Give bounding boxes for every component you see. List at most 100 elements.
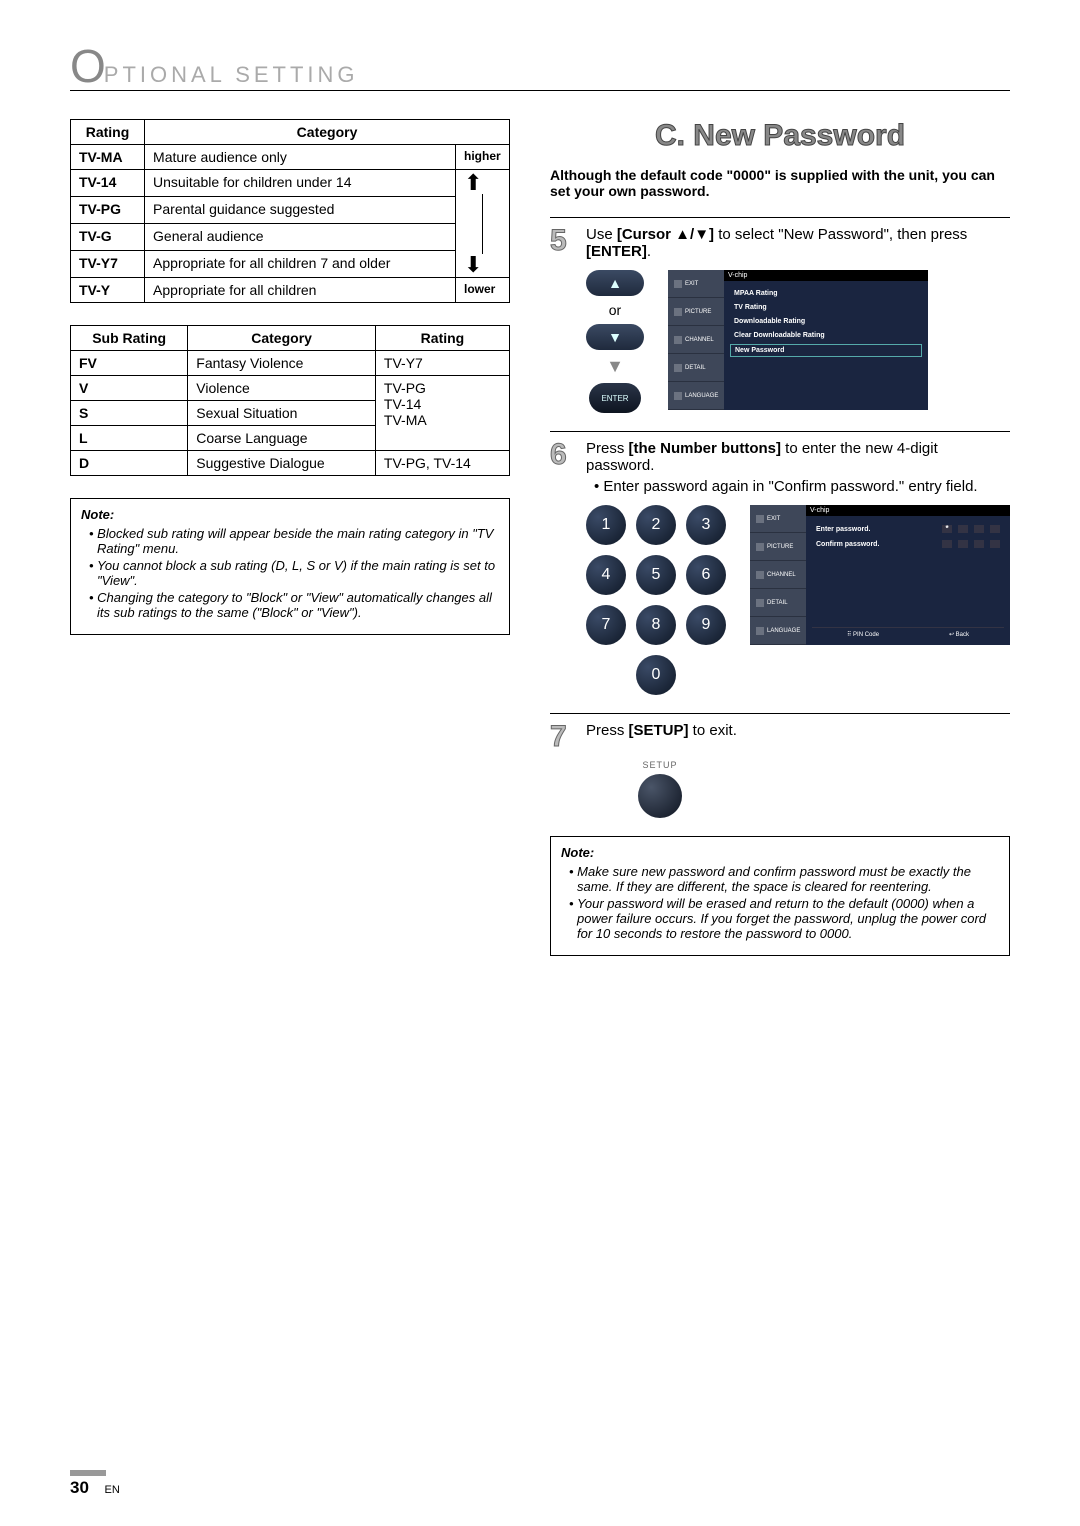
table-row: Suggestive Dialogue bbox=[188, 451, 376, 476]
numpad-3[interactable]: 3 bbox=[686, 505, 726, 545]
channel-icon bbox=[756, 571, 764, 579]
osd-item-mpaa: MPAA Rating bbox=[730, 288, 922, 299]
page-header: O PTIONAL SETTING bbox=[70, 50, 1010, 91]
osd-item-newpassword: New Password bbox=[730, 344, 922, 357]
numpad-8[interactable]: 8 bbox=[636, 605, 676, 645]
note-box-right: Note: Make sure new password and confirm… bbox=[550, 836, 1010, 956]
table-row: TV-14 bbox=[71, 170, 145, 197]
note-item: Blocked sub rating will appear beside th… bbox=[89, 526, 499, 556]
table-row: TV-Y bbox=[71, 278, 145, 303]
osd-password-entry: EXIT PICTURE CHANNEL DETAIL LANGUAGE V-c… bbox=[750, 505, 1010, 645]
numpad-2[interactable]: 2 bbox=[636, 505, 676, 545]
page-num-bar bbox=[70, 1470, 106, 1476]
setup-label: [SETUP] bbox=[629, 722, 689, 739]
table-row: General audience bbox=[145, 224, 456, 251]
detail-icon bbox=[756, 599, 764, 607]
header-big-letter: O bbox=[70, 50, 106, 82]
osd-side-channel: CHANNEL bbox=[750, 561, 806, 589]
table-row: Appropriate for all children 7 and older bbox=[145, 251, 456, 278]
step-text: to exit. bbox=[689, 722, 737, 739]
page-number: 30 bbox=[70, 1478, 89, 1497]
table-row: Parental guidance suggested bbox=[145, 197, 456, 224]
numpad-7[interactable]: 7 bbox=[586, 605, 626, 645]
osd-side-detail: DETAIL bbox=[668, 354, 724, 382]
table-row: Unsuitable for children under 14 bbox=[145, 170, 456, 197]
cursor-down-button[interactable]: ▼ bbox=[586, 324, 644, 350]
language-icon bbox=[756, 627, 764, 635]
table-row: Appropriate for all children bbox=[145, 278, 456, 303]
remote-nav-buttons: ▲ or ▼ ▼ ENTER bbox=[586, 270, 644, 413]
page-lang: EN bbox=[105, 1484, 120, 1496]
osd-vchip-menu: EXIT PICTURE CHANNEL DETAIL LANGUAGE V-c… bbox=[668, 270, 928, 410]
exit-icon bbox=[674, 280, 682, 288]
section-c-title: C. New Password bbox=[550, 119, 1010, 153]
table-row: V bbox=[71, 376, 188, 401]
osd-panel-title: V-chip bbox=[806, 505, 1010, 516]
numpad-6[interactable]: 6 bbox=[686, 555, 726, 595]
step-text: Use bbox=[586, 226, 617, 243]
osd-footer-back: ↩ Back bbox=[949, 631, 969, 638]
osd-side-picture: PICTURE bbox=[750, 533, 806, 561]
numpad-1[interactable]: 1 bbox=[586, 505, 626, 545]
setup-button-label: SETUP bbox=[630, 760, 690, 770]
enter-password-label: Enter password. bbox=[816, 526, 870, 533]
step-rule bbox=[550, 217, 1010, 218]
table-row: TV-G bbox=[71, 224, 145, 251]
osd-side-language: LANGUAGE bbox=[668, 382, 724, 410]
table-row: TV-Y7 bbox=[71, 251, 145, 278]
detail-icon bbox=[674, 364, 682, 372]
rating-header-rating: Rating bbox=[71, 120, 145, 145]
lower-label: lower bbox=[456, 278, 510, 303]
step-6: 6 Press [the Number buttons] to enter th… bbox=[550, 440, 1010, 495]
subrating-header-rating: Rating bbox=[375, 326, 509, 351]
note-box-left: Note: Blocked sub rating will appear bes… bbox=[70, 498, 510, 635]
section-intro: Although the default code "0000" is supp… bbox=[550, 167, 1010, 199]
note-item: You cannot block a sub rating (D, L, S o… bbox=[89, 558, 499, 588]
back-icon: ↩ bbox=[949, 632, 954, 638]
table-row: TV-PG bbox=[71, 197, 145, 224]
picture-icon bbox=[674, 308, 682, 316]
table-row: TV-Y7 bbox=[375, 351, 509, 376]
osd-side-picture: PICTURE bbox=[668, 298, 724, 326]
confirm-password-label: Confirm password. bbox=[816, 541, 879, 548]
number-buttons-label: [the Number buttons] bbox=[629, 440, 781, 457]
osd-footer-pincode: ⠿ PIN Code bbox=[847, 631, 879, 638]
language-icon bbox=[674, 392, 682, 400]
osd-side-exit: EXIT bbox=[668, 270, 724, 298]
enter-label: [ENTER] bbox=[586, 243, 647, 260]
table-row: TV-MA bbox=[71, 145, 145, 170]
table-row: Violence bbox=[188, 376, 376, 401]
note-item: Changing the category to "Block" or "Vie… bbox=[89, 590, 499, 620]
table-row: S bbox=[71, 401, 188, 426]
numpad-0[interactable]: 0 bbox=[636, 655, 676, 695]
rating-header-category: Category bbox=[145, 120, 510, 145]
osd-side-channel: CHANNEL bbox=[668, 326, 724, 354]
setup-button[interactable] bbox=[638, 774, 682, 818]
table-row: D bbox=[71, 451, 188, 476]
picture-icon bbox=[756, 543, 764, 551]
rating-table: Rating Category TV-MA Mature audience on… bbox=[70, 119, 510, 303]
numpad-4[interactable]: 4 bbox=[586, 555, 626, 595]
cursor-up-button[interactable]: ▲ bbox=[586, 270, 644, 296]
osd-item-tvrating: TV Rating bbox=[730, 302, 922, 313]
table-row: Coarse Language bbox=[188, 426, 376, 451]
step-bullet: Enter password again in "Confirm passwor… bbox=[594, 478, 1010, 495]
sub-rating-table: Sub Rating Category Rating FV Fantasy Vi… bbox=[70, 325, 510, 476]
channel-icon bbox=[674, 336, 682, 344]
numpad-9[interactable]: 9 bbox=[686, 605, 726, 645]
remote-number-pad: 1 2 3 4 5 6 7 8 9 0 bbox=[586, 505, 726, 695]
subrating-header-cat: Category bbox=[188, 326, 376, 351]
step-text: Press bbox=[586, 722, 629, 739]
numpad-5[interactable]: 5 bbox=[636, 555, 676, 595]
grouped-rating-cell: TV-PG TV-14 TV-MA bbox=[375, 376, 509, 451]
osd-panel-title: V-chip bbox=[724, 270, 928, 281]
table-row: Mature audience only bbox=[145, 145, 456, 170]
enter-password-field bbox=[942, 525, 1000, 533]
step-text: . bbox=[647, 243, 651, 260]
note-item: Your password will be erased and return … bbox=[569, 896, 999, 941]
step-rule bbox=[550, 713, 1010, 714]
step-5: 5 Use [Cursor ▲/▼] to select "New Passwo… bbox=[550, 226, 1010, 260]
enter-button[interactable]: ENTER bbox=[589, 383, 641, 413]
exit-icon bbox=[756, 515, 764, 523]
osd-side-detail: DETAIL bbox=[750, 589, 806, 617]
